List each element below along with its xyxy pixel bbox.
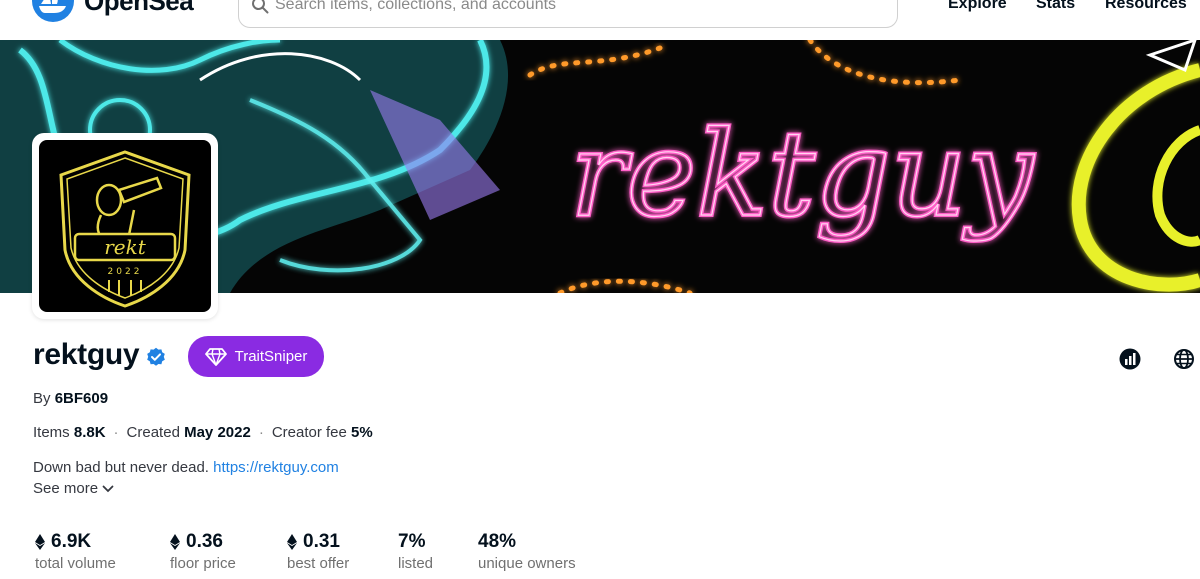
stat-label: listed: [398, 555, 434, 572]
chart-icon[interactable]: [1119, 348, 1141, 370]
globe-icon[interactable]: [1173, 348, 1195, 370]
search-bar[interactable]: [238, 0, 898, 28]
verified-icon: [147, 347, 165, 366]
stat-value: 0.31: [303, 531, 340, 552]
stat-listed[interactable]: 7% listed: [398, 531, 433, 572]
separator-dot: ·: [258, 424, 264, 441]
description-text: Down bad but never dead.: [33, 459, 209, 476]
svg-text:rektguy: rektguy: [570, 105, 1035, 243]
see-more-button[interactable]: See more: [33, 480, 114, 497]
stat-label: total volume: [35, 555, 116, 572]
nav-resources[interactable]: Resources: [1105, 0, 1187, 13]
traitsniper-label: TraitSniper: [234, 348, 308, 365]
stat-value: 6.9K: [51, 531, 92, 552]
website-link[interactable]: https://rektguy.com: [213, 459, 339, 476]
collection-name: rektguy: [33, 338, 140, 371]
eth-icon: [170, 534, 180, 550]
stat-label: unique owners: [478, 555, 576, 572]
chevron-down-icon: [102, 485, 114, 492]
by-label: By: [33, 390, 51, 407]
stat-value: 0.36: [186, 531, 223, 552]
search-icon: [252, 0, 269, 14]
stat-label: best offer: [287, 555, 350, 572]
nav-stats[interactable]: Stats: [1036, 0, 1075, 13]
svg-text:rekt: rekt: [104, 235, 147, 259]
items-meta: Items 8.8K: [33, 424, 106, 441]
top-bar: OpenSea Explore Stats Resources: [0, 0, 1200, 40]
creator-link[interactable]: 6BF609: [55, 390, 108, 407]
diamond-icon: [204, 347, 227, 366]
creator-line: By 6BF609: [33, 390, 108, 407]
avatar-image: rekt 2022: [39, 140, 211, 312]
created-meta: Created May 2022: [126, 424, 251, 441]
see-more-label: See more: [33, 480, 99, 497]
logo-text: OpenSea: [84, 0, 194, 16]
collection-avatar[interactable]: rekt 2022: [32, 133, 218, 319]
stat-total-volume[interactable]: 6.9K total volume: [35, 531, 116, 572]
eth-icon: [287, 534, 297, 550]
separator-dot: ·: [113, 424, 119, 441]
collection-description: Down bad but never dead. https://rektguy…: [33, 459, 339, 476]
collection-meta: Items 8.8K · Created May 2022 · Creator …: [33, 424, 373, 441]
traitsniper-button[interactable]: TraitSniper: [188, 336, 324, 377]
stat-label: floor price: [170, 555, 236, 572]
opensea-logo-icon: [32, 0, 74, 22]
stat-floor-price[interactable]: 0.36 floor price: [170, 531, 236, 572]
search-input[interactable]: [275, 0, 875, 14]
svg-text:2022: 2022: [108, 267, 143, 277]
stat-unique-owners[interactable]: 48% unique owners: [478, 531, 576, 572]
opensea-logo[interactable]: OpenSea: [32, 0, 194, 22]
stat-value: 48%: [478, 531, 517, 552]
stat-best-offer[interactable]: 0.31 best offer: [287, 531, 349, 572]
stat-value: 7%: [398, 531, 426, 552]
nav-explore[interactable]: Explore: [948, 0, 1007, 13]
fee-meta: Creator fee 5%: [271, 424, 373, 441]
eth-icon: [35, 534, 45, 550]
